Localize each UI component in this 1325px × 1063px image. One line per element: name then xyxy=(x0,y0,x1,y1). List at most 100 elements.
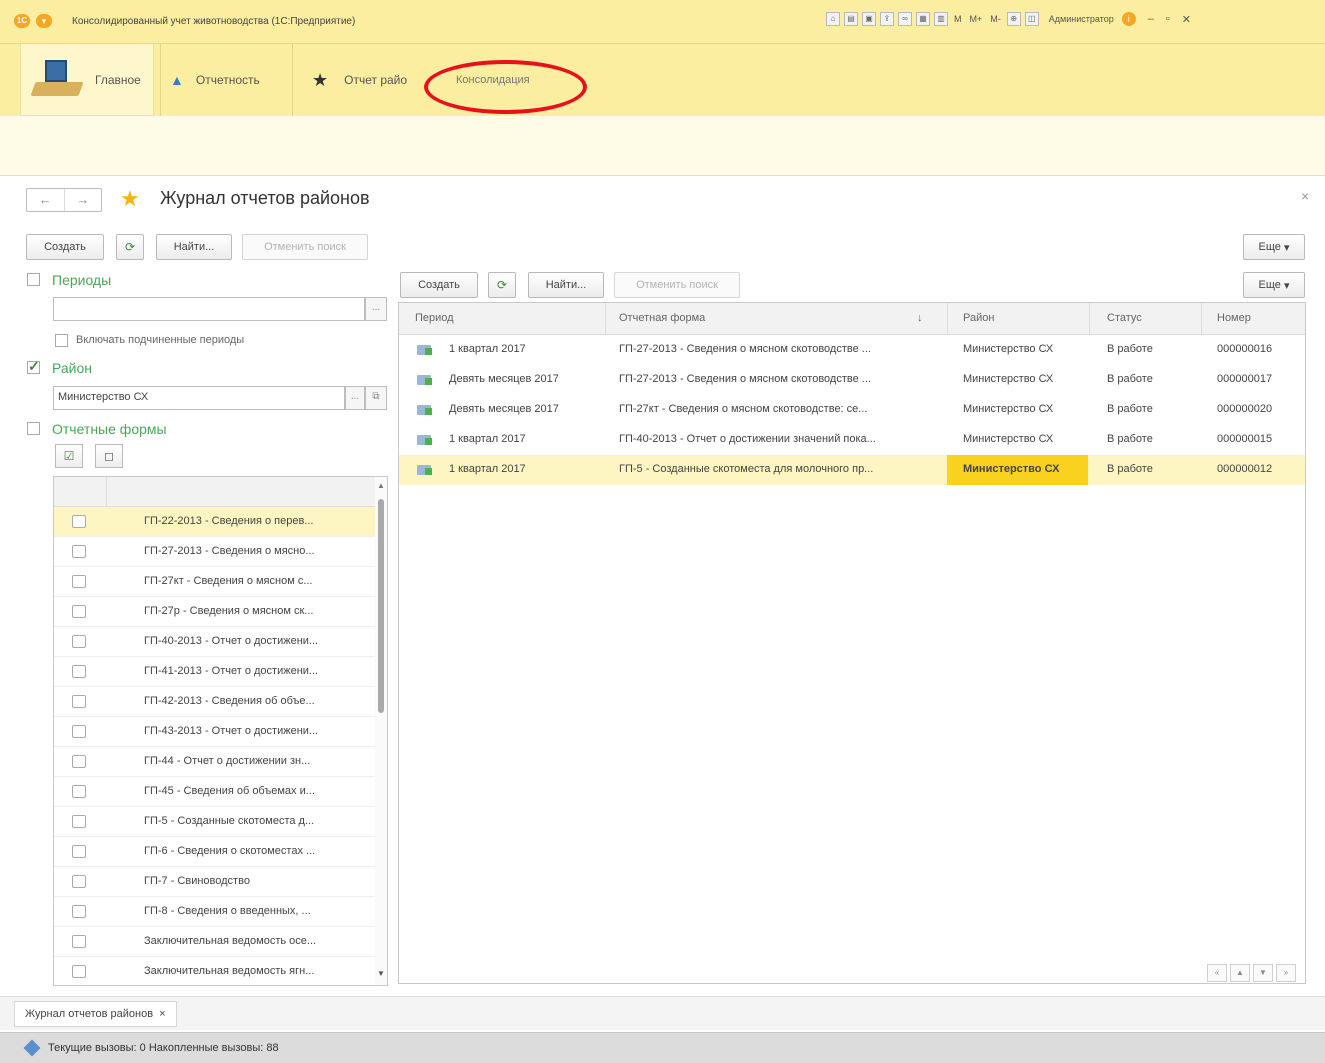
create-button[interactable]: Создать xyxy=(400,272,478,298)
forms-list-scrollbar[interactable]: ▲ ▼ xyxy=(375,477,387,985)
list-item[interactable]: Заключительная ведомость осе... xyxy=(54,927,387,957)
list-item-checkbox[interactable] xyxy=(72,605,86,618)
window-icon[interactable]: ◫ xyxy=(1024,12,1039,26)
home-icon[interactable]: ⌂ xyxy=(826,12,840,26)
district-checkbox[interactable] xyxy=(27,358,40,375)
list-item-checkbox[interactable] xyxy=(72,545,86,558)
list-item[interactable]: ГП-27кт - Сведения о мясном с... xyxy=(54,567,387,597)
maximize-icon[interactable]: ▫ xyxy=(1166,13,1170,25)
table-row[interactable]: Девять месяцев 2017 ГП-27-2013 - Сведени… xyxy=(399,365,1305,395)
list-item-checkbox[interactable] xyxy=(72,755,86,768)
app-menu-icon[interactable]: ▾ xyxy=(36,14,52,28)
left-create-button[interactable]: Создать xyxy=(26,234,104,260)
list-item[interactable]: ГП-44 - Отчет о достижении зн... xyxy=(54,747,387,777)
table-row[interactable]: 1 квартал 2017 ГП-40-2013 - Отчет о дост… xyxy=(399,425,1305,455)
list-item-checkbox[interactable] xyxy=(72,575,86,588)
minimize-icon[interactable]: – xyxy=(1148,13,1154,25)
column-district[interactable]: Район xyxy=(963,312,994,324)
periods-input[interactable] xyxy=(53,297,365,321)
forward-button[interactable]: → xyxy=(63,189,102,211)
list-item[interactable]: Заключительная ведомость ягн... xyxy=(54,957,387,985)
refresh-button[interactable]: ⟳ xyxy=(488,272,516,298)
function-panel xyxy=(0,116,1325,176)
left-refresh-button[interactable]: ⟳ xyxy=(116,234,144,260)
close-window-icon[interactable]: ✕ xyxy=(1182,13,1191,26)
list-item-checkbox[interactable] xyxy=(72,935,86,948)
list-item[interactable]: ГП-5 - Созданные скотоместа д... xyxy=(54,807,387,837)
link-icon[interactable]: ∞ xyxy=(898,12,912,26)
list-item-checkbox[interactable] xyxy=(72,695,86,708)
list-item[interactable]: ГП-41-2013 - Отчет о достижени... xyxy=(54,657,387,687)
section-reports[interactable]: ▲ Отчетность xyxy=(170,44,260,116)
top-more-button[interactable]: Еще ▾ xyxy=(1243,234,1305,260)
list-item[interactable]: ГП-6 - Сведения о скотоместах ... xyxy=(54,837,387,867)
column-report-form[interactable]: Отчетная форма xyxy=(619,312,705,324)
form-close-icon[interactable]: × xyxy=(1301,188,1309,204)
left-cancel-search-button[interactable]: Отменить поиск xyxy=(242,234,368,260)
periods-checkbox[interactable] xyxy=(27,273,40,286)
memory-minus-button[interactable]: M- xyxy=(988,14,1003,24)
district-input[interactable]: Министерство СХ xyxy=(53,386,345,410)
periods-select-button[interactable]: ... xyxy=(365,297,387,321)
district-select-button[interactable]: ... xyxy=(345,386,365,410)
open-window-tab[interactable]: Журнал отчетов районов × xyxy=(14,1001,177,1027)
list-item-checkbox[interactable] xyxy=(72,905,86,918)
prev-page-icon[interactable]: ▲ xyxy=(1230,964,1250,982)
memory-plus-button[interactable]: M+ xyxy=(968,14,985,24)
uncheck-all-button[interactable]: ◻ xyxy=(95,444,123,468)
back-button[interactable]: ← xyxy=(27,189,64,211)
column-period[interactable]: Период xyxy=(415,312,454,324)
first-page-icon[interactable]: « xyxy=(1207,964,1227,982)
tab-close-icon[interactable]: × xyxy=(159,1008,165,1020)
list-item[interactable]: ГП-8 - Сведения о введенных, ... xyxy=(54,897,387,927)
list-item[interactable]: ГП-27-2013 - Сведения о мясно... xyxy=(54,537,387,567)
table-row[interactable]: Девять месяцев 2017 ГП-27кт - Сведения о… xyxy=(399,395,1305,425)
list-item-checkbox[interactable] xyxy=(72,875,86,888)
zoom-icon[interactable]: ⊕ xyxy=(1006,12,1021,26)
list-item-checkbox[interactable] xyxy=(72,635,86,648)
cancel-search-button[interactable]: Отменить поиск xyxy=(614,272,740,298)
list-item-checkbox[interactable] xyxy=(72,845,86,858)
find-button[interactable]: Найти... xyxy=(528,272,604,298)
list-item-checkbox[interactable] xyxy=(72,965,86,978)
list-item[interactable]: ГП-42-2013 - Сведения об объе... xyxy=(54,687,387,717)
more-button[interactable]: Еще ▾ xyxy=(1243,272,1305,298)
list-item[interactable]: ГП-27р - Сведения о мясном ск... xyxy=(54,597,387,627)
list-item[interactable]: ГП-45 - Сведения об объемах и... xyxy=(54,777,387,807)
district-open-button[interactable]: ⧉ xyxy=(365,386,387,410)
include-subperiods-checkbox[interactable] xyxy=(55,334,68,347)
scroll-up-icon[interactable]: ▲ xyxy=(377,481,385,490)
calculator-icon[interactable]: ▦ xyxy=(916,12,930,26)
list-item-text: ГП-42-2013 - Сведения об объе... xyxy=(144,695,315,707)
list-item[interactable]: ГП-7 - Свиноводство xyxy=(54,867,387,897)
list-item-checkbox[interactable] xyxy=(72,785,86,798)
upload-icon[interactable]: ⇪ xyxy=(880,12,894,26)
list-item-checkbox[interactable] xyxy=(72,515,86,528)
column-number[interactable]: Номер xyxy=(1217,312,1251,324)
report-forms-checkbox[interactable] xyxy=(27,422,40,435)
section-district-report[interactable]: ★ Отчет райо xyxy=(312,44,407,116)
scroll-thumb[interactable] xyxy=(378,499,384,713)
list-item[interactable]: ГП-22-2013 - Сведения о перев... xyxy=(54,507,387,537)
list-item-checkbox[interactable] xyxy=(72,725,86,738)
section-main[interactable]: Главное xyxy=(20,44,154,116)
favorite-star-icon[interactable]: ★ xyxy=(120,186,140,212)
copy-icon[interactable]: ▣ xyxy=(862,12,876,26)
column-status[interactable]: Статус xyxy=(1107,312,1142,324)
scroll-down-icon[interactable]: ▼ xyxy=(377,969,385,978)
calendar-icon[interactable]: ▥ xyxy=(934,12,948,26)
current-user[interactable]: Администратор xyxy=(1049,14,1114,24)
list-item[interactable]: ГП-43-2013 - Отчет о достижени... xyxy=(54,717,387,747)
table-row-selected[interactable]: 1 квартал 2017 ГП-5 - Созданные скотомес… xyxy=(399,455,1305,485)
list-item-checkbox[interactable] xyxy=(72,665,86,678)
last-page-icon[interactable]: » xyxy=(1276,964,1296,982)
info-icon[interactable]: i xyxy=(1121,12,1136,26)
check-all-button[interactable]: ☑ xyxy=(55,444,83,468)
table-row[interactable]: 1 квартал 2017 ГП-27-2013 - Сведения о м… xyxy=(399,335,1305,365)
print-icon[interactable]: ▤ xyxy=(844,12,858,26)
list-item-checkbox[interactable] xyxy=(72,815,86,828)
left-find-button[interactable]: Найти... xyxy=(156,234,232,260)
list-item[interactable]: ГП-40-2013 - Отчет о достижени... xyxy=(54,627,387,657)
memory-m-button[interactable]: M xyxy=(952,14,964,24)
next-page-icon[interactable]: ▼ xyxy=(1253,964,1273,982)
